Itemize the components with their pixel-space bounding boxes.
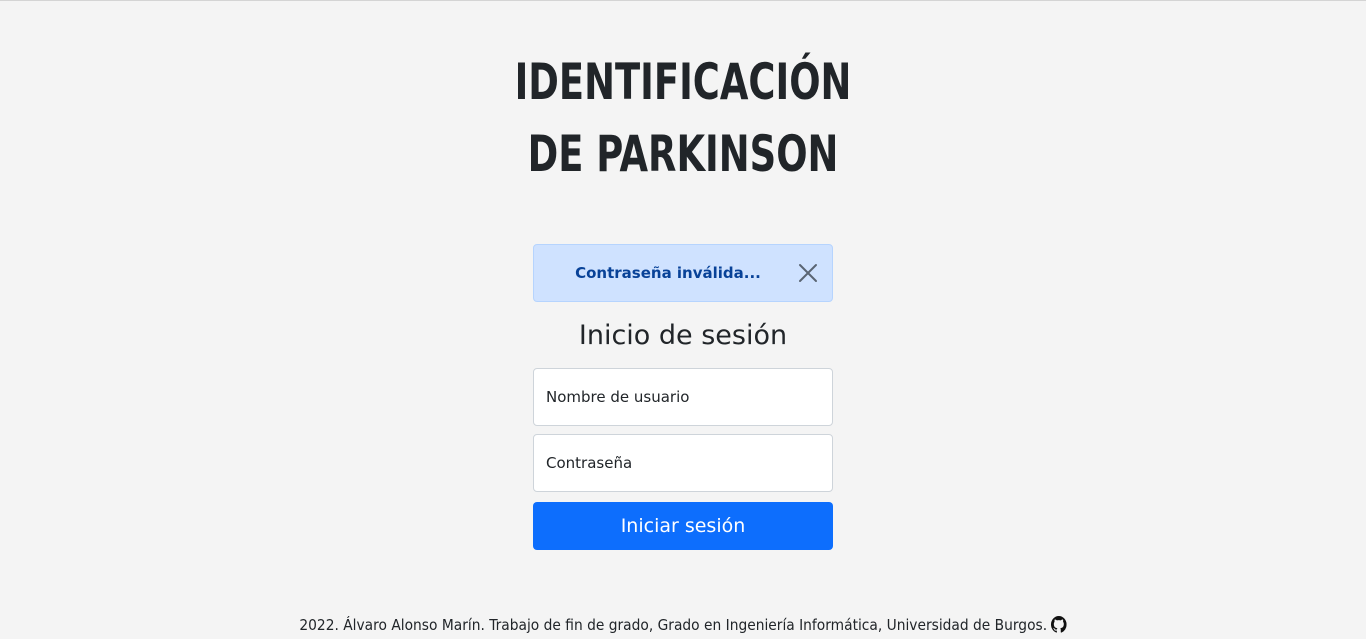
error-alert: Contraseña inválida... (533, 244, 833, 302)
github-icon[interactable] (1050, 616, 1067, 633)
page-title-line-1: IDENTIFICACIÓN (514, 53, 852, 111)
page-title-line-2: DE PARKINSON (527, 125, 839, 183)
error-alert-message: Contraseña inválida... (575, 264, 761, 282)
footer: 2022. Álvaro Alonso Marín. Trabajo de fi… (0, 614, 1366, 636)
close-icon[interactable] (796, 261, 820, 285)
top-divider (0, 0, 1366, 1)
footer-text: 2022. Álvaro Alonso Marín. Trabajo de fi… (299, 616, 1048, 634)
login-button[interactable]: Iniciar sesión (533, 502, 833, 550)
password-input[interactable] (533, 434, 833, 492)
login-heading: Inicio de sesión (578, 320, 788, 351)
page-title: IDENTIFICACIÓN DE PARKINSON (123, 46, 1243, 190)
footer-content: 2022. Álvaro Alonso Marín. Trabajo de fi… (299, 614, 1067, 636)
username-input[interactable] (533, 368, 833, 426)
